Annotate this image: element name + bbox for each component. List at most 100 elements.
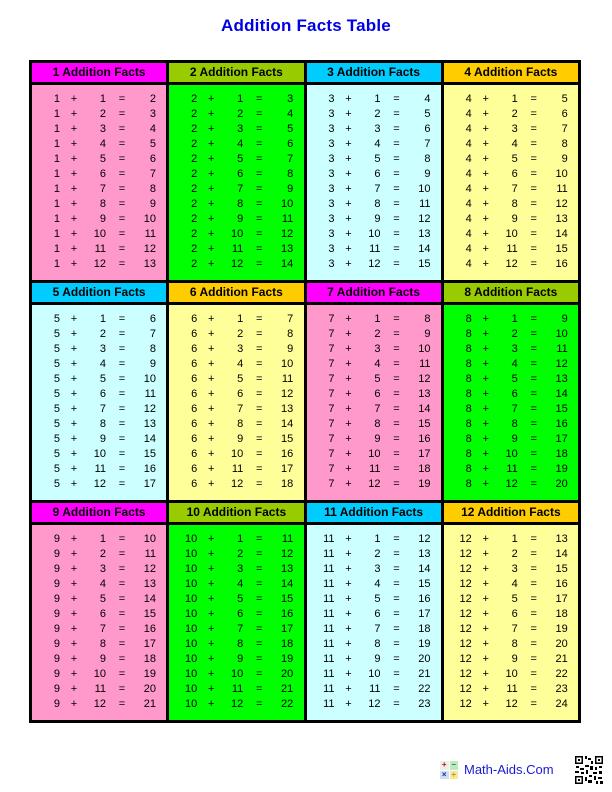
fact-row: 4 +5 = 9 bbox=[444, 152, 578, 167]
addend-1: 2 bbox=[191, 198, 198, 210]
sum: 13 bbox=[143, 418, 156, 430]
plus-sign: + bbox=[345, 463, 352, 475]
addend-2: 1 bbox=[374, 93, 381, 105]
addend-2: 5 bbox=[99, 373, 106, 385]
equals-sign: = bbox=[530, 698, 537, 710]
plus-sign: + bbox=[345, 343, 352, 355]
fact-row: 4 +11 = 15 bbox=[444, 242, 578, 257]
sum: 14 bbox=[281, 418, 294, 430]
panel-body: 6 +1 = 7 6 +2 = 8 6 +3 = 9 6 +4 = 10 6 +5 = 11 6 +6 = 12 6 +7 = 13 6… bbox=[169, 305, 304, 500]
fact-row: 10 +6 = 16 bbox=[169, 607, 303, 622]
addend-2: 3 bbox=[374, 343, 381, 355]
equals-sign: = bbox=[118, 258, 126, 270]
addend-1: 11 bbox=[323, 608, 335, 620]
sum: 11 bbox=[419, 358, 431, 370]
addend-1: 8 bbox=[465, 328, 472, 340]
addend-1: 2 bbox=[191, 228, 198, 240]
equals-sign: = bbox=[118, 448, 126, 460]
sum: 17 bbox=[143, 478, 156, 490]
addend-2: 3 bbox=[99, 123, 106, 135]
addend-2: 10 bbox=[93, 228, 106, 240]
plus-sign: + bbox=[482, 478, 489, 490]
fact-row: 3 +2 = 5 bbox=[307, 107, 441, 122]
facts-panel: 10 Addition Facts 10 +1 = 11 10 +2 = 12 10 +3 = 13 10… bbox=[169, 503, 304, 720]
equals-sign: = bbox=[530, 183, 537, 195]
addend-1: 9 bbox=[53, 668, 60, 680]
fact-row: 9 +1 = 10 bbox=[32, 532, 166, 547]
fact-row: 3 +1 = 4 bbox=[307, 92, 441, 107]
equals-sign: = bbox=[256, 638, 263, 650]
fact-row: 10 +7 = 17 bbox=[169, 622, 303, 637]
addend-2: 9 bbox=[374, 213, 381, 225]
addend-1: 12 bbox=[459, 683, 472, 695]
addend-2: 6 bbox=[99, 388, 106, 400]
fact-row: 12 +7 = 19 bbox=[444, 622, 578, 637]
plus-sign: + bbox=[345, 548, 352, 560]
fact-row: 5 +7 = 12 bbox=[32, 402, 166, 417]
sum: 13 bbox=[555, 373, 568, 385]
addend-2: 11 bbox=[369, 463, 381, 475]
addend-1: 4 bbox=[465, 138, 472, 150]
sum: 10 bbox=[143, 373, 156, 385]
sum: 13 bbox=[418, 548, 431, 560]
addend-1: 8 bbox=[465, 373, 472, 385]
fact-row: 12 +3 = 15 bbox=[444, 562, 578, 577]
fact-row: 8 +1 = 9 bbox=[444, 312, 578, 327]
plus-sign: + bbox=[208, 183, 215, 195]
plus-sign: + bbox=[70, 123, 78, 135]
fact-row: 7 +10 = 17 bbox=[307, 447, 441, 462]
equals-sign: = bbox=[393, 548, 400, 560]
equals-sign: = bbox=[256, 478, 263, 490]
sum: 12 bbox=[555, 358, 568, 370]
fact-row: 12 +5 = 17 bbox=[444, 592, 578, 607]
addend-2: 12 bbox=[231, 698, 244, 710]
addend-2: 4 bbox=[511, 138, 518, 150]
addend-2: 7 bbox=[374, 623, 381, 635]
panel-header: 1 Addition Facts bbox=[32, 63, 167, 85]
fact-row: 9 +7 = 16 bbox=[32, 622, 166, 637]
equals-sign: = bbox=[530, 123, 537, 135]
plus-sign: + bbox=[208, 388, 215, 400]
fact-row: 6 +4 = 10 bbox=[169, 357, 303, 372]
sum: 9 bbox=[287, 343, 294, 355]
addend-1: 5 bbox=[53, 478, 60, 490]
equals-sign: = bbox=[256, 198, 263, 210]
addend-1: 7 bbox=[328, 478, 335, 490]
plus-sign: + bbox=[345, 138, 352, 150]
addend-2: 11 bbox=[231, 683, 244, 695]
sum: 17 bbox=[281, 623, 294, 635]
equals-sign: = bbox=[256, 463, 263, 475]
equals-sign: = bbox=[118, 403, 126, 415]
addend-1: 8 bbox=[465, 343, 472, 355]
sum: 15 bbox=[418, 578, 431, 590]
sum: 12 bbox=[281, 388, 294, 400]
addend-1: 4 bbox=[465, 153, 472, 165]
equals-sign: = bbox=[118, 168, 126, 180]
addend-2: 2 bbox=[237, 548, 244, 560]
fact-row: 2 +5 = 7 bbox=[169, 152, 303, 167]
sum: 15 bbox=[555, 243, 568, 255]
addend-1: 12 bbox=[459, 578, 472, 590]
plus-sign: + bbox=[482, 93, 489, 105]
addend-2: 8 bbox=[374, 418, 381, 430]
addend-2: 2 bbox=[99, 548, 106, 560]
addend-2: 9 bbox=[99, 653, 106, 665]
addend-1: 6 bbox=[191, 478, 198, 490]
addend-1: 10 bbox=[185, 638, 198, 650]
sum: 8 bbox=[424, 313, 431, 325]
fact-row: 12 +4 = 16 bbox=[444, 577, 578, 592]
equals-sign: = bbox=[256, 213, 263, 225]
fact-row: 5 +9 = 14 bbox=[32, 432, 166, 447]
fact-row: 6 +10 = 16 bbox=[169, 447, 303, 462]
fact-row: 1 +3 = 4 bbox=[32, 122, 166, 137]
sum: 11 bbox=[556, 183, 568, 195]
addend-1: 8 bbox=[465, 463, 472, 475]
footer-brand-link[interactable]: Math-Aids.Com bbox=[464, 762, 554, 777]
plus-sign: + bbox=[345, 313, 352, 325]
equals-sign: = bbox=[118, 153, 126, 165]
equals-sign: = bbox=[393, 183, 400, 195]
fact-row: 7 +8 = 15 bbox=[307, 417, 441, 432]
plus-sign: + bbox=[345, 448, 352, 460]
addend-2: 7 bbox=[511, 623, 518, 635]
fact-row: 10 +9 = 19 bbox=[169, 652, 303, 667]
